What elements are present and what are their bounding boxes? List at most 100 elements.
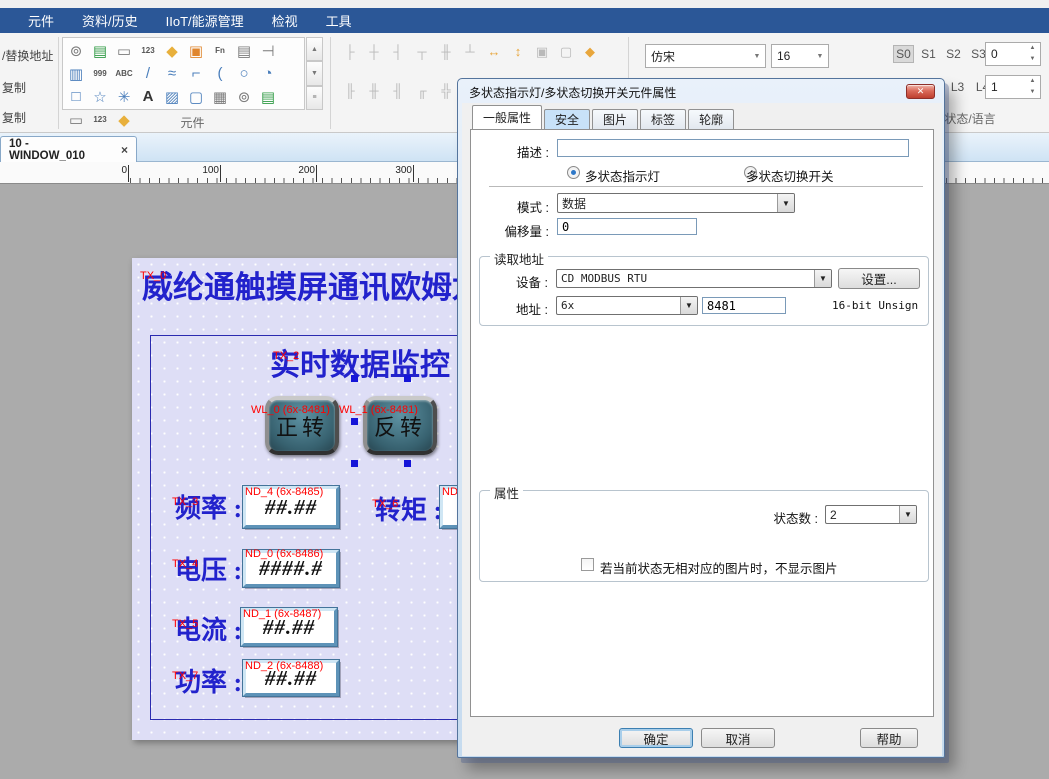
selection-handle[interactable] bbox=[351, 375, 358, 382]
dialog-tab[interactable]: 图片 bbox=[592, 109, 638, 129]
element-icon[interactable]: □ bbox=[64, 85, 88, 108]
element-icon[interactable]: ⌐ bbox=[184, 62, 208, 85]
element-icon[interactable]: 999 bbox=[88, 62, 112, 85]
align-icon[interactable]: ▣ bbox=[532, 42, 552, 61]
element-icon[interactable]: ◔ bbox=[256, 62, 280, 85]
element-icon[interactable]: ◆ bbox=[160, 39, 184, 62]
font-family-combo[interactable]: 仿宋 ▼ bbox=[645, 44, 766, 68]
chevron-down-icon: ▼ bbox=[814, 270, 831, 287]
ribbon-replace-address[interactable]: /替换地址 bbox=[2, 47, 58, 64]
dialog-tab[interactable]: 一般属性 bbox=[472, 105, 542, 129]
align-icon[interactable]: ◆ bbox=[580, 42, 600, 61]
align-icon[interactable]: ↕ bbox=[508, 42, 528, 61]
element-icon[interactable]: ▤ bbox=[256, 85, 280, 108]
ribbon-copy-1[interactable]: 复制 bbox=[2, 79, 58, 96]
menu-item[interactable]: 检视 bbox=[258, 7, 312, 34]
spinner-arrows[interactable]: ▲▼ bbox=[1025, 76, 1040, 98]
state-count-label: 状态数 : bbox=[760, 508, 818, 527]
language-spinner[interactable]: 1 ▲▼ bbox=[985, 75, 1041, 99]
scroll-down-icon[interactable]: ▼ bbox=[306, 61, 323, 85]
menu-item[interactable]: 工具 bbox=[312, 7, 366, 34]
menu-item[interactable]: 元件 bbox=[14, 7, 68, 34]
element-icon[interactable]: ( bbox=[208, 62, 232, 85]
offset-input[interactable] bbox=[557, 218, 697, 235]
description-label: 描述 : bbox=[501, 142, 549, 161]
menu-item[interactable]: IIoT/能源管理 bbox=[152, 7, 258, 34]
selection-handle[interactable] bbox=[351, 460, 358, 467]
divider bbox=[330, 37, 331, 129]
element-icon[interactable]: Fn bbox=[208, 39, 232, 62]
spin-down-icon: ▼ bbox=[1025, 54, 1040, 65]
align-icon[interactable]: ╫ bbox=[436, 42, 456, 61]
element-icon[interactable]: ⊚ bbox=[232, 85, 256, 108]
ribbon-copy-2[interactable]: 复制 bbox=[2, 109, 58, 126]
distribute-icon[interactable]: ╫ bbox=[364, 81, 384, 100]
align-icon[interactable]: ▢ bbox=[556, 42, 576, 61]
element-icon[interactable]: ▭ bbox=[112, 39, 136, 62]
state-button[interactable]: S2 bbox=[943, 45, 964, 63]
address-type-combo[interactable]: 6x▼ bbox=[556, 296, 698, 315]
element-icon[interactable]: ▤ bbox=[232, 39, 256, 62]
scroll-up-icon[interactable]: ▲ bbox=[306, 37, 323, 61]
distribute-icon[interactable]: ╓ bbox=[412, 81, 432, 100]
spinner-arrows[interactable]: ▲▼ bbox=[1025, 43, 1040, 65]
description-input[interactable] bbox=[557, 139, 909, 157]
mode-label: 模式 : bbox=[501, 197, 549, 216]
cancel-button[interactable]: 取消 bbox=[701, 728, 775, 748]
dialog-tab[interactable]: 安全 bbox=[544, 109, 590, 129]
element-icon[interactable]: ▣ bbox=[184, 39, 208, 62]
dialog-tab[interactable]: 轮廓 bbox=[688, 109, 734, 129]
align-icon[interactable]: ↔ bbox=[484, 42, 504, 61]
device-combo[interactable]: CD MODBUS RTU▼ bbox=[556, 269, 832, 288]
align-icon[interactable]: ├ bbox=[340, 42, 360, 61]
element-icon[interactable]: / bbox=[136, 62, 160, 85]
tab-close-icon[interactable]: × bbox=[121, 143, 128, 157]
element-icon[interactable]: ABC bbox=[112, 62, 136, 85]
selection-handle[interactable] bbox=[404, 375, 411, 382]
element-icon[interactable]: ⊣ bbox=[256, 39, 280, 62]
hide-picture-checkbox[interactable] bbox=[581, 558, 594, 571]
language-button[interactable]: L3 bbox=[947, 78, 968, 96]
dialog-tab[interactable]: 标签 bbox=[640, 109, 686, 129]
mode-combo[interactable]: 数据▼ bbox=[557, 193, 795, 213]
selection-handle[interactable] bbox=[351, 418, 358, 425]
element-icon[interactable]: ▦ bbox=[208, 85, 232, 108]
distribute-icon[interactable]: ╢ bbox=[388, 81, 408, 100]
distribute-icon[interactable]: ╬ bbox=[436, 81, 456, 100]
state-button[interactable]: S1 bbox=[918, 45, 939, 63]
element-icon[interactable]: ▨ bbox=[160, 85, 184, 108]
element-icon[interactable]: ▢ bbox=[184, 85, 208, 108]
align-icon[interactable]: ┬ bbox=[412, 42, 432, 61]
selection-handle[interactable] bbox=[404, 460, 411, 467]
menu-item[interactable]: 资料/历史 bbox=[68, 7, 152, 34]
multistate-lamp-radio[interactable] bbox=[567, 166, 580, 179]
window-tab[interactable]: 10 - WINDOW_010 × bbox=[0, 136, 137, 162]
state-spinner[interactable]: 0 ▲▼ bbox=[985, 42, 1041, 66]
device-label: 设备 : bbox=[504, 272, 548, 291]
canvas-subtitle-text[interactable]: 实时数据监控 bbox=[270, 340, 450, 384]
scroll-more-icon[interactable]: ≡ bbox=[306, 86, 323, 110]
align-icon[interactable]: ┴ bbox=[460, 42, 480, 61]
help-button[interactable]: 帮助 bbox=[860, 728, 918, 748]
element-icon[interactable]: ▤ bbox=[88, 39, 112, 62]
element-icon[interactable]: ≈ bbox=[160, 62, 184, 85]
settings-button[interactable]: 设置... bbox=[838, 268, 920, 289]
general-tab-page: 描述 : 多状态指示灯 多状态切换开关 模式 : 数据▼ 偏移量 : 读取地址 … bbox=[470, 129, 934, 717]
state-button[interactable]: S0 bbox=[893, 45, 914, 63]
font-size-combo[interactable]: 16 ▼ bbox=[771, 44, 829, 68]
element-icon[interactable]: A bbox=[136, 85, 160, 108]
element-icon[interactable]: ⊚ bbox=[64, 39, 88, 62]
state-count-combo[interactable]: 2▼ bbox=[825, 505, 917, 524]
address-format-label: 16-bit Unsign bbox=[832, 299, 918, 312]
address-input[interactable] bbox=[702, 297, 786, 314]
align-icon[interactable]: ┤ bbox=[388, 42, 408, 61]
dialog-close-button[interactable]: ✕ bbox=[906, 84, 935, 99]
element-icon[interactable]: ✳ bbox=[112, 85, 136, 108]
element-icon[interactable]: ○ bbox=[232, 62, 256, 85]
element-icon[interactable]: ▥ bbox=[64, 62, 88, 85]
element-icon[interactable]: ☆ bbox=[88, 85, 112, 108]
distribute-icon[interactable]: ╟ bbox=[340, 81, 360, 100]
align-icon[interactable]: ┼ bbox=[364, 42, 384, 61]
element-icon[interactable]: 123 bbox=[136, 39, 160, 62]
ok-button[interactable]: 确定 bbox=[619, 728, 693, 748]
